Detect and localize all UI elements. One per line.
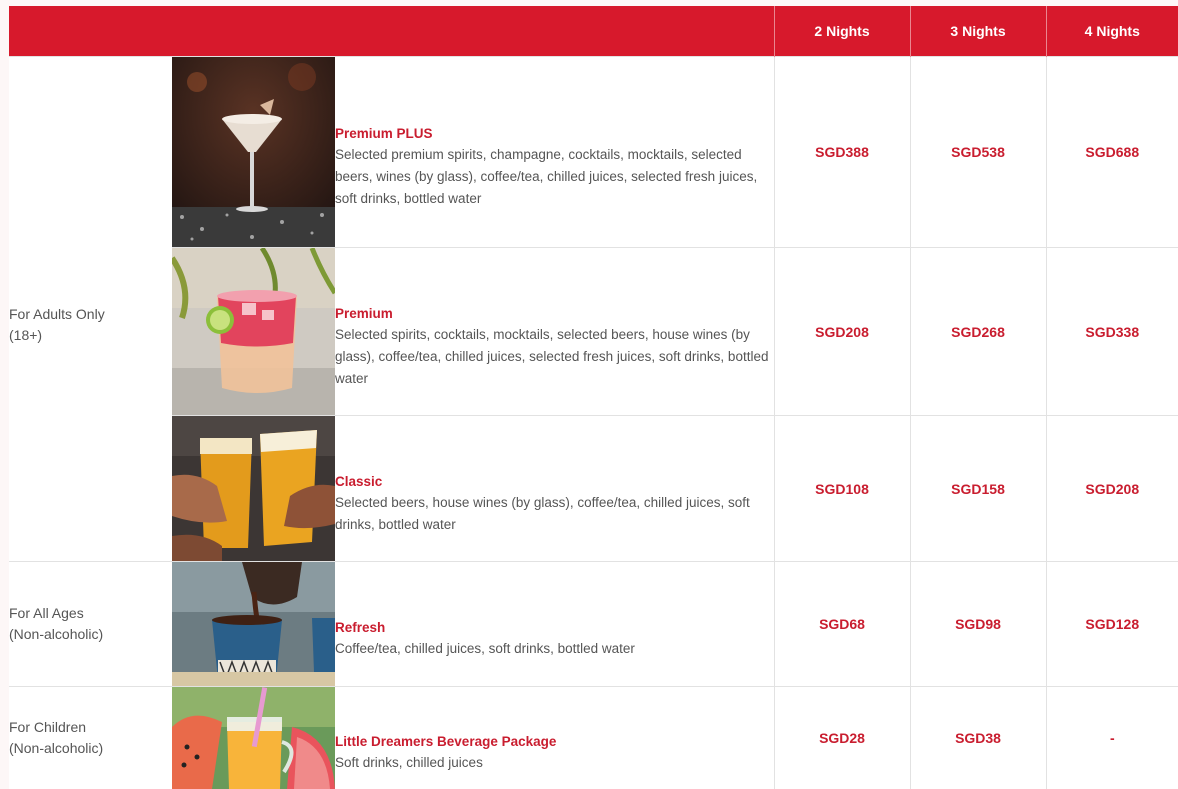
beverage-package-table: 2 Nights 3 Nights 4 Nights For Adults On… (9, 6, 1178, 789)
price-2-nights: SGD208 (773, 247, 911, 416)
package-name: Refresh (335, 620, 386, 635)
price-3-nights: SGD158 (909, 415, 1047, 562)
category-sublabel: (Non-alcoholic) (9, 626, 104, 642)
category-label: For Adults Only (9, 305, 105, 322)
price-3-nights: SGD98 (909, 561, 1047, 687)
header-2-nights: 2 Nights (773, 6, 911, 57)
package-description-cell: Refresh Coffee/tea, chilled juices, soft… (335, 561, 775, 687)
package-row-refresh: For All Ages (Non-alcoholic) Refresh Cof… (9, 561, 1178, 687)
category-children: For Children (Non-alcoholic) (9, 686, 172, 789)
package-description-cell: Premium PLUS Selected premium spirits, c… (335, 56, 775, 248)
price-2-nights: SGD108 (773, 415, 911, 562)
package-description: Coffee/tea, chilled juices, soft drinks,… (335, 641, 635, 656)
header-blank (9, 6, 775, 57)
package-image-cell (172, 686, 335, 789)
price-2-nights: SGD68 (773, 561, 911, 687)
package-row-premium: Premium Selected spirits, cocktails, moc… (9, 247, 1178, 416)
header-3-nights: 3 Nights (909, 6, 1047, 57)
package-image-cell (172, 561, 335, 687)
coffee-pour-photo (172, 562, 335, 686)
package-name: Premium PLUS (335, 126, 433, 141)
package-name: Little Dreamers Beverage Package (335, 734, 557, 749)
package-row-premium-plus: For Adults Only (18+) Premium PLUS Selec… (9, 56, 1178, 562)
pink-drink-photo (172, 248, 335, 415)
package-description-cell: Little Dreamers Beverage Package Soft dr… (335, 686, 775, 789)
price-3-nights: SGD538 (909, 56, 1047, 248)
beer-toast-photo (172, 416, 335, 561)
category-sublabel: (18+) (9, 326, 43, 343)
price-2-nights: SGD388 (773, 56, 911, 248)
package-description-cell: Premium Selected spirits, cocktails, moc… (335, 247, 775, 416)
package-description: Selected premium spirits, champagne, coc… (335, 147, 758, 206)
package-row-little-dreamers: For Children (Non-alcoholic) Little Drea… (9, 686, 1178, 789)
table-header-row: 2 Nights 3 Nights 4 Nights (9, 6, 1178, 57)
package-image-cell (172, 56, 335, 248)
package-image-cell (172, 415, 335, 562)
price-4-nights: - (1045, 686, 1178, 789)
package-image-cell (172, 247, 335, 416)
price-2-nights: SGD28 (773, 686, 911, 789)
price-4-nights: SGD128 (1045, 561, 1178, 687)
price-4-nights: SGD688 (1045, 56, 1178, 248)
price-4-nights: SGD338 (1045, 247, 1178, 416)
category-all-ages: For All Ages (Non-alcoholic) (9, 561, 172, 687)
header-4-nights: 4 Nights (1045, 6, 1178, 57)
package-name: Premium (335, 305, 393, 321)
category-sublabel: (Non-alcoholic) (9, 740, 104, 756)
package-description: Selected beers, house wines (by glass), … (335, 494, 750, 532)
package-description-cell: Classic Selected beers, house wines (by … (335, 415, 775, 562)
package-row-classic: Classic Selected beers, house wines (by … (9, 415, 1178, 562)
category-label: For All Ages (9, 605, 84, 621)
category-label: For Children (9, 719, 87, 735)
price-3-nights: SGD38 (909, 686, 1047, 789)
price-3-nights: SGD268 (909, 247, 1047, 416)
juice-jar-photo (172, 687, 335, 789)
package-description: Soft drinks, chilled juices (335, 755, 483, 770)
package-name: Classic (335, 473, 383, 489)
category-adults: For Adults Only (18+) (9, 56, 172, 562)
price-4-nights: SGD208 (1045, 415, 1178, 562)
package-description: Selected spirits, cocktails, mocktails, … (335, 326, 769, 386)
cocktail-photo (172, 57, 335, 247)
